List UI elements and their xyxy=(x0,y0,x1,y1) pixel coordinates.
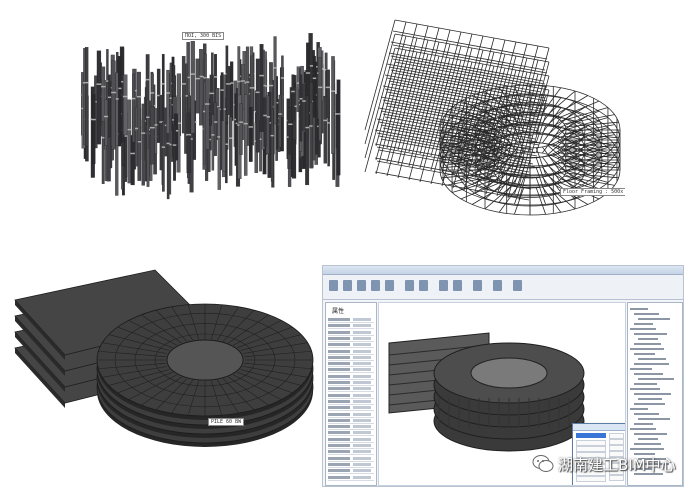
frame-model-view: Floor Framing : 500x xyxy=(355,10,625,225)
frame-tag-label: Floor Framing : 500x xyxy=(560,188,625,196)
watermark: 湖南建工BIM中心 xyxy=(532,451,682,477)
property-row[interactable] xyxy=(328,386,374,393)
property-row[interactable] xyxy=(328,456,374,462)
property-row[interactable] xyxy=(328,462,374,468)
property-row[interactable] xyxy=(328,317,374,323)
browser-tree-item[interactable] xyxy=(630,328,656,330)
browser-tree-item[interactable] xyxy=(630,448,664,450)
property-row[interactable] xyxy=(328,475,374,481)
browser-tree-item[interactable] xyxy=(638,378,674,380)
window-titlebar[interactable] xyxy=(323,266,683,275)
wechat-icon xyxy=(532,455,554,472)
browser-tree-item[interactable] xyxy=(634,313,659,315)
slab-group xyxy=(14,269,314,447)
beam-icon[interactable] xyxy=(357,280,366,291)
browser-tree-item[interactable] xyxy=(634,413,659,415)
rebar-icon[interactable] xyxy=(419,280,428,291)
pile-model-canvas xyxy=(80,33,341,200)
grid-icon[interactable] xyxy=(439,280,448,291)
browser-tree-item[interactable] xyxy=(638,318,670,320)
browser-tree-item[interactable] xyxy=(630,368,652,370)
section-icon[interactable] xyxy=(473,280,482,291)
annotate-icon[interactable] xyxy=(513,280,522,291)
view-icon[interactable] xyxy=(493,280,502,291)
browser-tree-item[interactable] xyxy=(634,363,669,365)
browser-tree-item[interactable] xyxy=(634,373,663,375)
browser-tree-item[interactable] xyxy=(638,438,658,440)
browser-tree-item[interactable] xyxy=(638,338,658,340)
property-row[interactable] xyxy=(328,374,374,380)
browser-tree-item[interactable] xyxy=(634,333,667,335)
dialog-cell[interactable] xyxy=(625,439,626,445)
browser-tree-item[interactable] xyxy=(630,348,664,350)
property-row[interactable] xyxy=(328,336,374,342)
foundation-icon[interactable] xyxy=(405,280,414,291)
property-row[interactable] xyxy=(328,418,374,424)
wall-icon[interactable] xyxy=(343,280,352,291)
column-icon[interactable] xyxy=(371,280,380,291)
pile-tag-label: ПОІ, 300 BIS xyxy=(182,32,225,40)
dialog-selected-item[interactable] xyxy=(576,433,606,438)
property-row[interactable] xyxy=(328,449,374,456)
property-row[interactable] xyxy=(328,355,374,361)
browser-tree-item[interactable] xyxy=(634,403,665,405)
browser-tree-item[interactable] xyxy=(638,418,670,420)
browser-tree-item[interactable] xyxy=(634,353,655,355)
browser-tree-item[interactable] xyxy=(634,393,671,395)
properties-panel: 属性 xyxy=(325,302,377,486)
browser-tree-item[interactable] xyxy=(638,398,662,400)
property-row[interactable] xyxy=(328,393,374,399)
browser-tree-item[interactable] xyxy=(634,433,667,435)
frame-wireframe xyxy=(364,19,621,216)
browser-tree-item[interactable] xyxy=(634,323,653,325)
browser-tree-item[interactable] xyxy=(634,383,657,385)
property-row[interactable] xyxy=(328,399,374,405)
dialog-cell[interactable] xyxy=(625,433,626,439)
watermark-text: 湖南建工BIM中心 xyxy=(558,455,676,474)
slab-model-canvas xyxy=(14,269,314,447)
property-row[interactable] xyxy=(328,380,374,386)
property-row[interactable] xyxy=(328,468,374,475)
slab-model-view: PILE 60 BW xyxy=(5,260,320,450)
browser-tree-item[interactable] xyxy=(630,428,656,430)
browser-tree-item[interactable] xyxy=(630,408,648,410)
property-row[interactable] xyxy=(328,323,374,330)
browser-tree-item[interactable] xyxy=(634,343,661,345)
property-row[interactable] xyxy=(328,367,374,374)
property-row[interactable] xyxy=(328,405,374,412)
properties-title: 属性 xyxy=(332,308,345,315)
property-row[interactable] xyxy=(328,437,374,443)
viewport-building xyxy=(388,332,585,452)
level-icon[interactable] xyxy=(453,280,462,291)
property-row[interactable] xyxy=(328,361,374,368)
property-row[interactable] xyxy=(328,349,374,355)
property-row[interactable] xyxy=(328,443,374,449)
pile-model-view: ПОІ, 300 BIS xyxy=(70,10,350,225)
pile-group xyxy=(80,33,341,200)
floor-icon[interactable] xyxy=(385,280,394,291)
modify-icon[interactable] xyxy=(329,280,338,291)
property-row[interactable] xyxy=(328,430,374,437)
ribbon-toolbar xyxy=(323,275,683,300)
property-row[interactable] xyxy=(328,412,374,418)
slab-tag-label: PILE 60 BW xyxy=(208,418,245,426)
dialog-titlebar[interactable] xyxy=(573,424,625,431)
browser-tree-item[interactable] xyxy=(634,443,661,445)
property-row[interactable] xyxy=(328,330,374,336)
browser-tree-item[interactable] xyxy=(634,423,653,425)
browser-tree-item[interactable] xyxy=(638,358,666,360)
property-row[interactable] xyxy=(328,342,374,349)
property-row[interactable] xyxy=(328,424,374,431)
browser-tree-item[interactable] xyxy=(630,308,648,310)
browser-tree-item[interactable] xyxy=(630,388,660,390)
